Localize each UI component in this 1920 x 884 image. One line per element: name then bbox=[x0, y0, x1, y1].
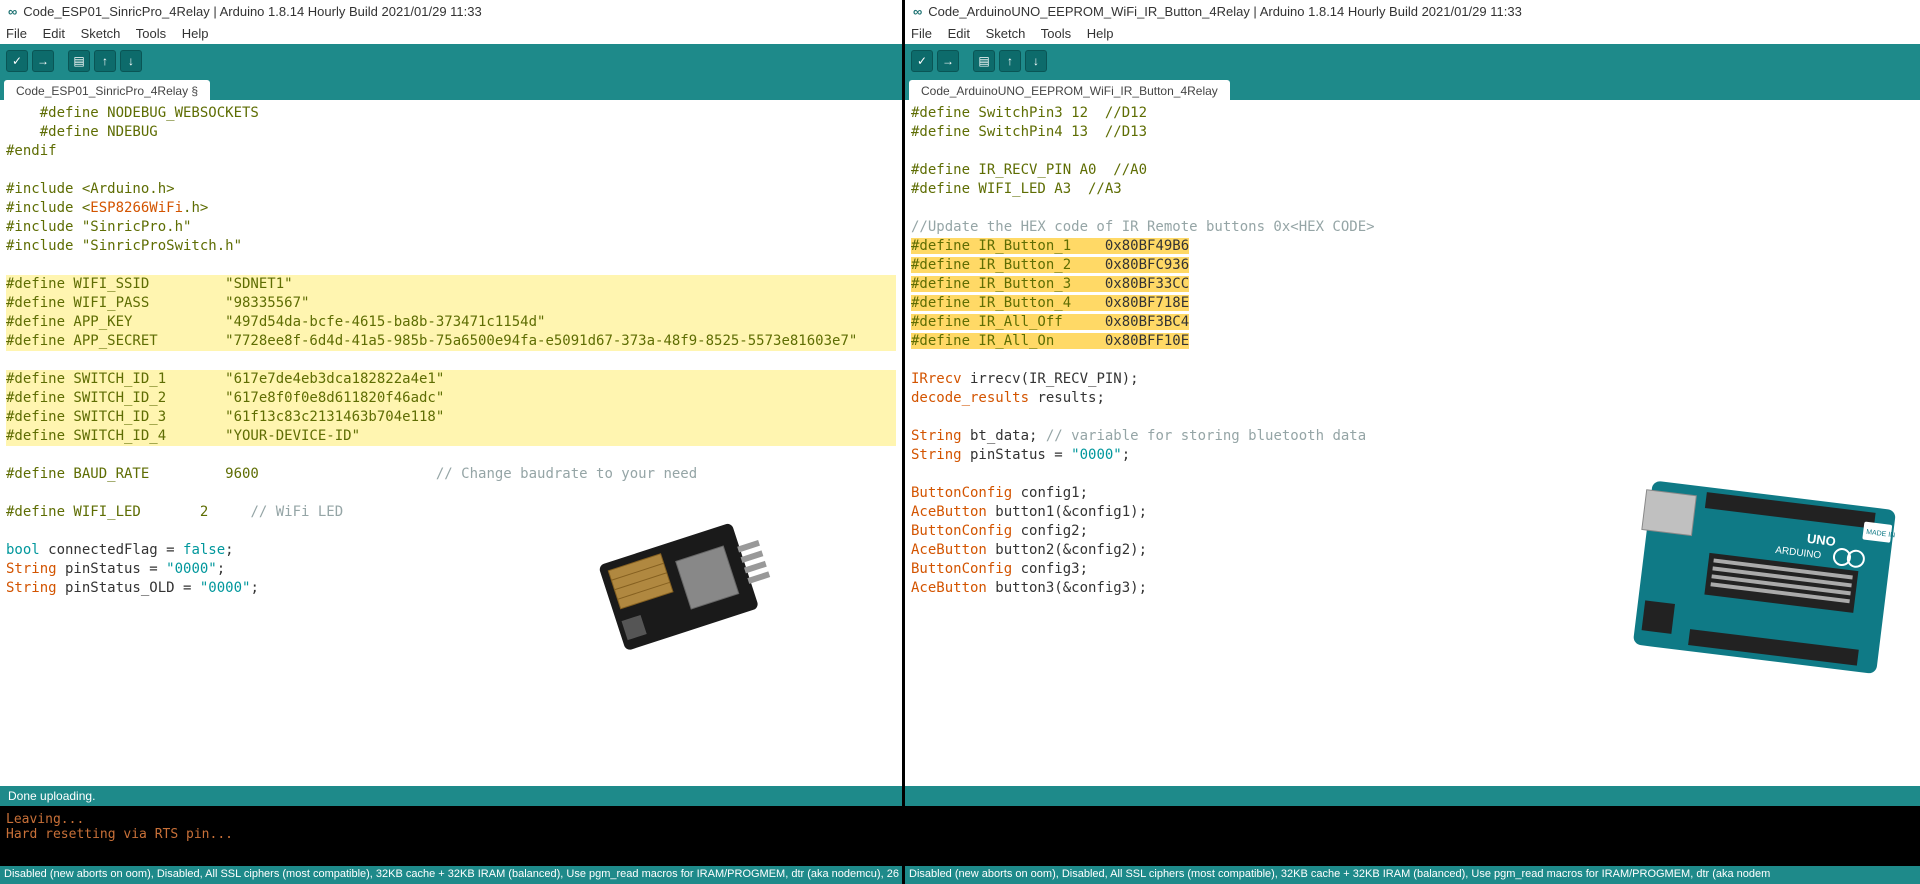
console-line: Leaving... bbox=[6, 812, 896, 827]
menubar: File Edit Sketch Tools Help bbox=[0, 22, 902, 44]
code-line: #define IR_All_Off bbox=[911, 314, 1105, 330]
code-line: bool bbox=[6, 542, 40, 558]
menu-file[interactable]: File bbox=[911, 26, 932, 41]
code-line: #define SWITCH_ID_3 "61f13c83c2131463b70… bbox=[6, 409, 444, 425]
titlebar: Code_ESP01_SinricPro_4Relay | Arduino 1.… bbox=[0, 0, 902, 22]
sketch-tab[interactable]: Code_ESP01_SinricPro_4Relay § bbox=[4, 80, 210, 102]
sketch-tab[interactable]: Code_ArduinoUNO_EEPROM_WiFi_IR_Button_4R… bbox=[909, 80, 1230, 102]
code-line: //Update the HEX code of IR Remote butto… bbox=[911, 219, 1375, 235]
code-line: #define APP_SECRET "7728ee8f-6d4d-41a5-9… bbox=[6, 333, 857, 349]
code-line: #define SWITCH_ID_4 "YOUR-DEVICE-ID" bbox=[6, 428, 360, 444]
new-button[interactable]: ▤ bbox=[973, 50, 995, 72]
arduino-uno-board-image: UNO ARDUINO MADE IN bbox=[1616, 470, 1916, 700]
code-line: #define WIFI_LED A3 //A3 bbox=[911, 181, 1122, 197]
code-line: #endif bbox=[6, 143, 57, 159]
code-line: String bbox=[911, 428, 962, 444]
code-line: #include "SinricPro.h" bbox=[6, 219, 191, 235]
menu-sketch[interactable]: Sketch bbox=[986, 26, 1026, 41]
menu-help[interactable]: Help bbox=[182, 26, 209, 41]
menu-edit[interactable]: Edit bbox=[948, 26, 970, 41]
save-button[interactable]: ↓ bbox=[120, 50, 142, 72]
toolbar: ✓ → ▤ ↑ ↓ bbox=[905, 44, 1920, 78]
code-line: #define SwitchPin4 13 //D13 bbox=[911, 124, 1147, 140]
menu-help[interactable]: Help bbox=[1087, 26, 1114, 41]
tabstrip: Code_ESP01_SinricPro_4Relay § bbox=[0, 78, 902, 100]
esp01-board-image bbox=[570, 510, 800, 670]
save-button[interactable]: ↓ bbox=[1025, 50, 1047, 72]
code-line: #define WIFI_PASS "98335567" bbox=[6, 295, 309, 311]
upload-button[interactable]: → bbox=[32, 50, 54, 72]
code-line: #include "SinricProSwitch.h" bbox=[6, 238, 242, 254]
code-line: #define NODEBUG_WEBSOCKETS bbox=[6, 105, 259, 121]
code-line: ButtonConfig bbox=[911, 523, 1012, 539]
code-line: #define BAUD_RATE 9600 bbox=[6, 466, 436, 482]
console[interactable] bbox=[905, 806, 1920, 866]
upload-button[interactable]: → bbox=[937, 50, 959, 72]
code-line: #define NDEBUG bbox=[6, 124, 158, 140]
footer-status: Disabled (new aborts on oom), Disabled, … bbox=[0, 866, 902, 884]
window-title: Code_ArduinoUNO_EEPROM_WiFi_IR_Button_4R… bbox=[928, 4, 1522, 19]
code-line: String bbox=[6, 561, 57, 577]
arduino-window-left: Code_ESP01_SinricPro_4Relay | Arduino 1.… bbox=[0, 0, 905, 884]
code-line: AceButton bbox=[911, 542, 987, 558]
verify-button[interactable]: ✓ bbox=[6, 50, 28, 72]
code-line: String bbox=[911, 447, 962, 463]
toolbar: ✓ → ▤ ↑ ↓ bbox=[0, 44, 902, 78]
verify-button[interactable]: ✓ bbox=[911, 50, 933, 72]
code-line: #define IR_Button_3 bbox=[911, 276, 1105, 292]
code-line: #include <Arduino.h> bbox=[6, 181, 175, 197]
menu-sketch[interactable]: Sketch bbox=[81, 26, 121, 41]
code-line: IRrecv bbox=[911, 371, 962, 387]
code-line: #define APP_KEY "497d54da-bcfe-4615-ba8b… bbox=[6, 314, 545, 330]
code-line: #define WIFI_LED 2 bbox=[6, 504, 250, 520]
menu-tools[interactable]: Tools bbox=[136, 26, 166, 41]
open-button[interactable]: ↑ bbox=[999, 50, 1021, 72]
tabstrip: Code_ArduinoUNO_EEPROM_WiFi_IR_Button_4R… bbox=[905, 78, 1920, 100]
code-line: #include < bbox=[6, 200, 90, 216]
code-line: AceButton bbox=[911, 580, 987, 596]
code-line: #define IR_All_On bbox=[911, 333, 1105, 349]
code-line: #define SWITCH_ID_2 "617e8f0f0e8d611820f… bbox=[6, 390, 444, 406]
menu-file[interactable]: File bbox=[6, 26, 27, 41]
footer-status: Disabled (new aborts on oom), Disabled, … bbox=[905, 866, 1920, 884]
code-line: #define IR_Button_1 bbox=[911, 238, 1105, 254]
new-button[interactable]: ▤ bbox=[68, 50, 90, 72]
menu-tools[interactable]: Tools bbox=[1041, 26, 1071, 41]
statusbar bbox=[905, 786, 1920, 806]
menubar: File Edit Sketch Tools Help bbox=[905, 22, 1920, 44]
statusbar: Done uploading. bbox=[0, 786, 902, 806]
code-line: #define SWITCH_ID_1 "617e7de4eb3dca18282… bbox=[6, 371, 444, 387]
arduino-window-right: Code_ArduinoUNO_EEPROM_WiFi_IR_Button_4R… bbox=[905, 0, 1920, 884]
code-line: #define IR_Button_4 bbox=[911, 295, 1105, 311]
code-line: #define SwitchPin3 12 //D12 bbox=[911, 105, 1147, 121]
code-line: String bbox=[6, 580, 57, 596]
code-line: decode_results bbox=[911, 390, 1029, 406]
menu-edit[interactable]: Edit bbox=[43, 26, 65, 41]
titlebar: Code_ArduinoUNO_EEPROM_WiFi_IR_Button_4R… bbox=[905, 0, 1920, 22]
code-line: #define WIFI_SSID "SDNET1" bbox=[6, 276, 293, 292]
window-title: Code_ESP01_SinricPro_4Relay | Arduino 1.… bbox=[23, 4, 481, 19]
code-line: ButtonConfig bbox=[911, 485, 1012, 501]
code-editor[interactable]: #define NODEBUG_WEBSOCKETS #define NDEBU… bbox=[0, 100, 902, 786]
console[interactable]: Leaving...Hard resetting via RTS pin... bbox=[0, 806, 902, 866]
console-line: Hard resetting via RTS pin... bbox=[6, 827, 896, 842]
code-line: #define IR_Button_2 bbox=[911, 257, 1105, 273]
code-line: ButtonConfig bbox=[911, 561, 1012, 577]
code-line: AceButton bbox=[911, 504, 987, 520]
open-button[interactable]: ↑ bbox=[94, 50, 116, 72]
code-line: #define IR_RECV_PIN A0 //A0 bbox=[911, 162, 1147, 178]
